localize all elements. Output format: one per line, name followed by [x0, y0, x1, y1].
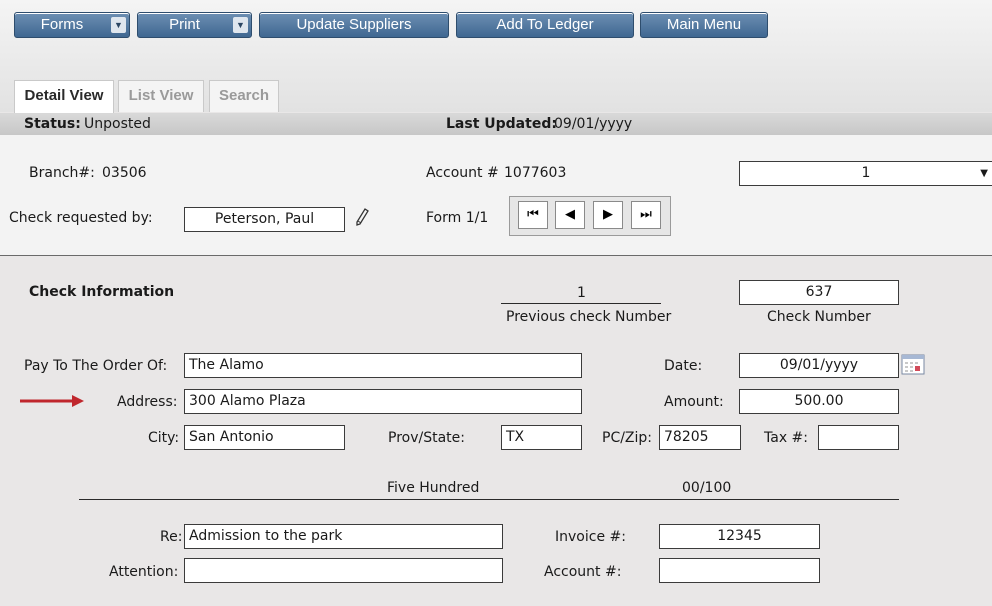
invoice-field[interactable]: 12345 [659, 524, 820, 549]
address-field[interactable]: 300 Alamo Plaza [184, 389, 582, 414]
city-label: City: [148, 430, 180, 446]
check-number-field[interactable]: 637 [739, 280, 899, 305]
form-count-label: Form 1/1 [426, 210, 489, 226]
status-value: Unposted [84, 116, 151, 132]
date-value: 09/01/yyyy [779, 357, 859, 373]
amount-cents: 00/100 [682, 480, 732, 496]
last-record-button[interactable]: ⏭ [631, 201, 661, 229]
pay-to-value: The Alamo [189, 357, 264, 373]
next-record-button[interactable]: ▶ [593, 201, 623, 229]
chevron-down-icon: ▼ [980, 168, 988, 179]
last-updated-label: Last Updated: [446, 116, 557, 132]
address-label: Address: [117, 394, 178, 410]
address-value: 300 Alamo Plaza [189, 393, 306, 409]
check-information-panel: Check Information 1 Previous check Numbe… [0, 256, 992, 606]
skip-last-icon: ⏭ [640, 207, 652, 222]
main-menu-button[interactable]: Main Menu [640, 12, 768, 38]
pc-zip-field[interactable]: 78205 [659, 425, 741, 450]
prov-state-value: TX [506, 429, 525, 445]
previous-check-label: Previous check Number [506, 309, 672, 325]
account-value: 1077603 [504, 165, 567, 181]
pc-zip-value: 78205 [664, 429, 709, 445]
tab-detail-view[interactable]: Detail View [14, 80, 114, 113]
date-field[interactable]: 09/01/yyyy [739, 353, 899, 378]
invoice-value: 12345 [717, 528, 762, 544]
arrow-right-icon: ▶ [603, 207, 613, 222]
branch-value: 03506 [102, 165, 147, 181]
form-select[interactable]: 1 ▼ [739, 161, 992, 186]
check-number-value: 637 [805, 284, 833, 300]
account-label: Account # [426, 165, 499, 181]
forms-menu-button[interactable]: Forms ▼ [14, 12, 130, 38]
tax-label: Tax #: [764, 430, 808, 446]
previous-record-button[interactable]: ◀ [555, 201, 585, 229]
prov-state-label: Prov/State: [388, 430, 465, 446]
arrow-right-icon [20, 395, 84, 407]
re-value: Admission to the park [189, 528, 343, 544]
attention-field[interactable] [184, 558, 503, 583]
section-title: Check Information [29, 284, 175, 300]
tax-field[interactable] [818, 425, 899, 450]
last-updated-value: 09/01/yyyy [554, 116, 633, 132]
toolbar: Forms ▼ Print ▼ Update Suppliers Add To … [0, 0, 992, 113]
attention-label: Attention: [109, 564, 179, 580]
amount-words-underline [79, 499, 899, 500]
first-record-button[interactable]: ⏮ [518, 201, 548, 229]
check-number-label: Check Number [767, 309, 871, 325]
prov-state-field[interactable]: TX [501, 425, 582, 450]
calendar-icon[interactable] [901, 352, 927, 376]
forms-label: Forms [40, 16, 84, 33]
chevron-down-icon: ▼ [111, 17, 126, 33]
re-label: Re: [160, 529, 183, 545]
account2-field[interactable] [659, 558, 820, 583]
city-value: San Antonio [189, 429, 274, 445]
status-bar: Status: Unposted Last Updated: 09/01/yyy… [0, 113, 992, 135]
amount-field[interactable]: 500.00 [739, 389, 899, 414]
print-label: Print [169, 16, 200, 33]
branch-label: Branch#: [29, 165, 95, 181]
tab-search[interactable]: Search [209, 80, 279, 112]
requested-by-field[interactable]: Peterson, Paul [184, 207, 345, 232]
account2-label: Account #: [544, 564, 622, 580]
previous-check-underline [501, 303, 661, 304]
amount-words: Five Hundred [387, 480, 480, 496]
date-label: Date: [664, 358, 703, 374]
print-menu-button[interactable]: Print ▼ [137, 12, 252, 38]
previous-check-value: 1 [577, 285, 586, 301]
add-to-ledger-button[interactable]: Add To Ledger [456, 12, 634, 38]
arrow-left-icon: ◀ [565, 207, 575, 222]
status-label: Status: [24, 116, 81, 132]
re-field[interactable]: Admission to the park [184, 524, 503, 549]
requested-by-value: Peterson, Paul [214, 211, 315, 227]
header-panel: Branch#: 03506 Account # 1077603 1 ▼ Che… [0, 135, 992, 256]
amount-label: Amount: [664, 394, 724, 410]
chevron-down-icon: ▼ [233, 17, 248, 33]
requested-by-label: Check requested by: [9, 210, 153, 226]
tab-list-view[interactable]: List View [118, 80, 204, 112]
skip-first-icon: ⏮ [527, 207, 539, 222]
pc-zip-label: PC/Zip: [602, 430, 653, 446]
record-navigator: ⏮ ◀ ▶ ⏭ [509, 196, 671, 236]
pay-to-field[interactable]: The Alamo [184, 353, 582, 378]
update-suppliers-button[interactable]: Update Suppliers [259, 12, 449, 38]
invoice-label: Invoice #: [555, 529, 626, 545]
pay-to-label: Pay To The Order Of: [24, 358, 168, 374]
amount-value: 500.00 [794, 393, 844, 409]
pencil-icon[interactable] [354, 207, 370, 227]
form-select-value: 1 [861, 165, 871, 181]
city-field[interactable]: San Antonio [184, 425, 345, 450]
